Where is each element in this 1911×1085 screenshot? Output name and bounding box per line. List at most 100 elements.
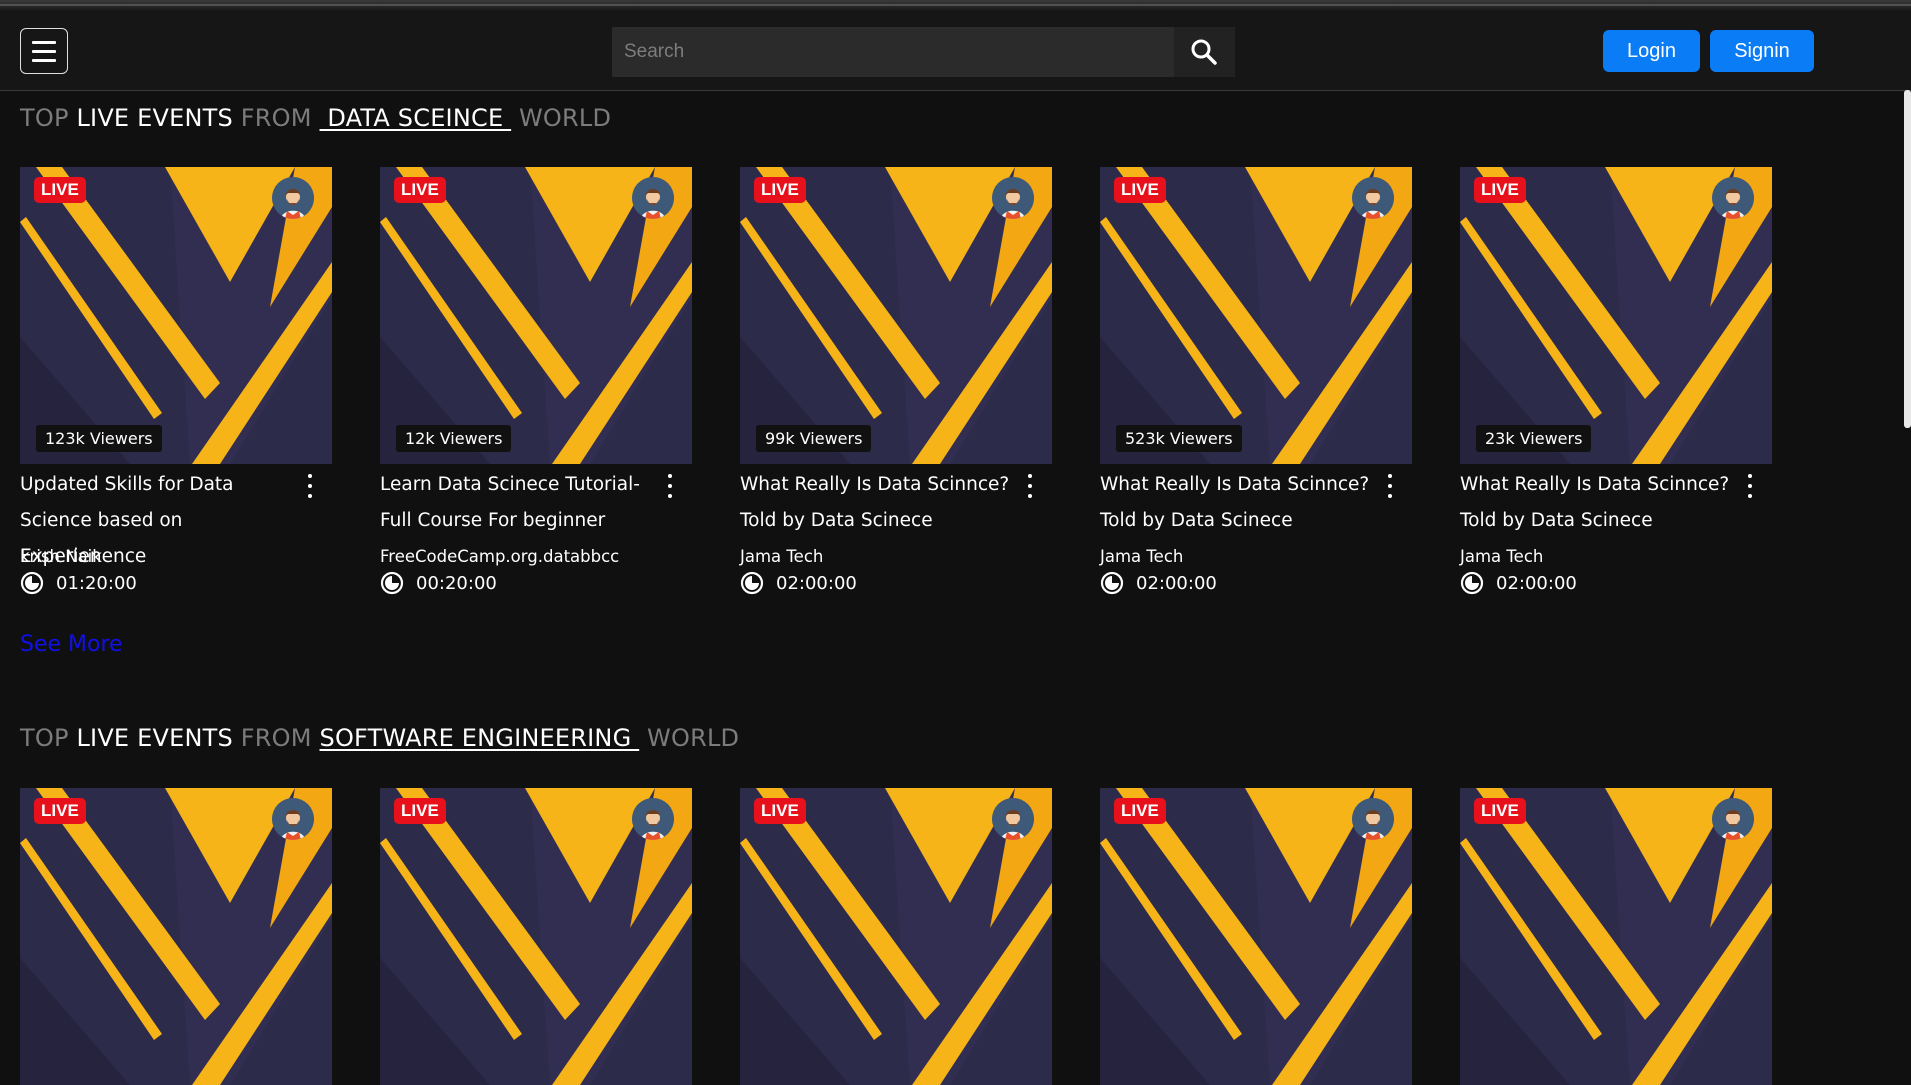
title-middle: FROM [240,724,312,752]
more-vertical-icon[interactable] [1384,473,1396,499]
kebab-dot [1748,474,1752,478]
clock-icon [1100,571,1124,595]
channel-name[interactable]: krish Naik [20,547,102,566]
menu-icon-bar [32,50,56,53]
duration: 02:00:00 [1100,571,1217,595]
avatar[interactable] [1712,798,1754,840]
video-card[interactable]: LIVE [380,788,692,1085]
video-title[interactable]: What Really Is Data Scinnce? Told by Dat… [740,467,1012,539]
menu-icon-bar [32,59,56,62]
thumbnail[interactable]: LIVE 99k Viewers [740,167,1052,464]
duration-text: 01:20:00 [56,572,137,594]
video-card[interactable]: LIVE 523k Viewers What Really Is Data Sc… [1100,167,1412,595]
kebab-dot [1028,494,1032,498]
avatar-icon [1712,798,1754,840]
topic-link[interactable]: SOFTWARE ENGINEERING [320,724,640,752]
search-button[interactable] [1174,27,1235,77]
topic-link[interactable]: DATA SCEINCE [320,104,512,132]
thumbnail[interactable]: LIVE [380,788,692,1085]
avatar[interactable] [1352,798,1394,840]
more-vertical-icon[interactable] [1744,473,1756,499]
live-badge: LIVE [754,798,806,824]
kebab-dot [1388,494,1392,498]
avatar[interactable] [272,798,314,840]
live-badge: LIVE [394,177,446,203]
live-badge: LIVE [754,177,806,203]
avatar-icon [272,798,314,840]
viewer-count: 99k Viewers [756,425,872,452]
login-button[interactable]: Login [1603,30,1700,72]
channel-name[interactable]: Jama Tech [740,547,823,566]
title-prefix: TOP [20,104,69,132]
menu-icon-bar [32,41,56,44]
viewer-count: 23k Viewers [1476,425,1592,452]
viewer-count: 123k Viewers [36,425,162,452]
avatar-icon [1352,177,1394,219]
thumbnail[interactable]: LIVE [20,788,332,1085]
avatar[interactable] [1352,177,1394,219]
kebab-dot [308,474,312,478]
live-badge: LIVE [34,177,86,203]
channel-name[interactable]: FreeCodeCamp.org.databbcc [380,547,619,566]
video-card[interactable]: LIVE [1100,788,1412,1085]
video-card[interactable]: LIVE 99k Viewers What Really Is Data Sci… [740,167,1052,595]
kebab-dot [1028,484,1032,488]
search-icon [1191,39,1217,65]
duration: 02:00:00 [740,571,857,595]
thumbnail[interactable]: LIVE [1100,788,1412,1085]
avatar-icon [992,798,1034,840]
kebab-dot [1748,484,1752,488]
more-vertical-icon[interactable] [664,473,676,499]
more-vertical-icon[interactable] [304,473,316,499]
avatar-icon [632,798,674,840]
video-card[interactable]: LIVE [1460,788,1772,1085]
thumbnail[interactable]: LIVE 12k Viewers [380,167,692,464]
channel-name[interactable]: Jama Tech [1460,547,1543,566]
viewer-count: 12k Viewers [396,425,512,452]
video-title[interactable]: What Really Is Data Scinnce? Told by Dat… [1460,467,1732,539]
see-more-link[interactable]: See More [20,632,123,657]
thumbnail[interactable]: LIVE [1460,788,1772,1085]
video-title[interactable]: What Really Is Data Scinnce? Told by Dat… [1100,467,1372,539]
avatar[interactable] [1712,177,1754,219]
video-card[interactable]: LIVE 12k Viewers Learn Data Scinece Tuto… [380,167,692,595]
kebab-dot [1388,484,1392,488]
title-middle: FROM [240,104,312,132]
avatar[interactable] [992,798,1034,840]
title-suffix: WORLD [647,724,740,752]
kebab-dot [668,494,672,498]
video-card[interactable]: LIVE 23k Viewers What Really Is Data Sci… [1460,167,1772,595]
video-card[interactable]: LIVE [740,788,1052,1085]
clock-icon [20,571,44,595]
kebab-dot [308,494,312,498]
thumbnail[interactable]: LIVE 123k Viewers [20,167,332,464]
thumbnail[interactable]: LIVE 23k Viewers [1460,167,1772,464]
clock-icon [740,571,764,595]
kebab-dot [308,484,312,488]
duration-text: 00:20:00 [416,572,497,594]
thumbnail[interactable]: LIVE 523k Viewers [1100,167,1412,464]
avatar[interactable] [992,177,1034,219]
search-box [612,27,1235,77]
page-scrollbar[interactable] [1904,90,1911,428]
video-card[interactable]: LIVE 123k Viewers Updated Skills for Dat… [20,167,332,595]
kebab-dot [668,484,672,488]
thumbnail[interactable]: LIVE [740,788,1052,1085]
avatar[interactable] [632,798,674,840]
more-vertical-icon[interactable] [1024,473,1036,499]
live-badge: LIVE [1114,177,1166,203]
duration: 00:20:00 [380,571,497,595]
search-input[interactable] [612,27,1174,77]
avatar[interactable] [272,177,314,219]
title-suffix: WORLD [518,104,612,132]
signin-button[interactable]: Signin [1710,30,1814,72]
clock-icon [1460,571,1484,595]
video-title[interactable]: Learn Data Scinece Tutorial- Full Course… [380,467,652,539]
video-card[interactable]: LIVE [20,788,332,1085]
section-title-data-science: TOP LIVE EVENTS FROM DATA SCEINCE WORLD [20,104,611,132]
viewer-count: 523k Viewers [1116,425,1242,452]
avatar[interactable] [632,177,674,219]
channel-name[interactable]: Jama Tech [1100,547,1183,566]
menu-button[interactable] [20,28,68,74]
section-title-software-engineering: TOP LIVE EVENTS FROM SOFTWARE ENGINEERIN… [20,724,739,752]
